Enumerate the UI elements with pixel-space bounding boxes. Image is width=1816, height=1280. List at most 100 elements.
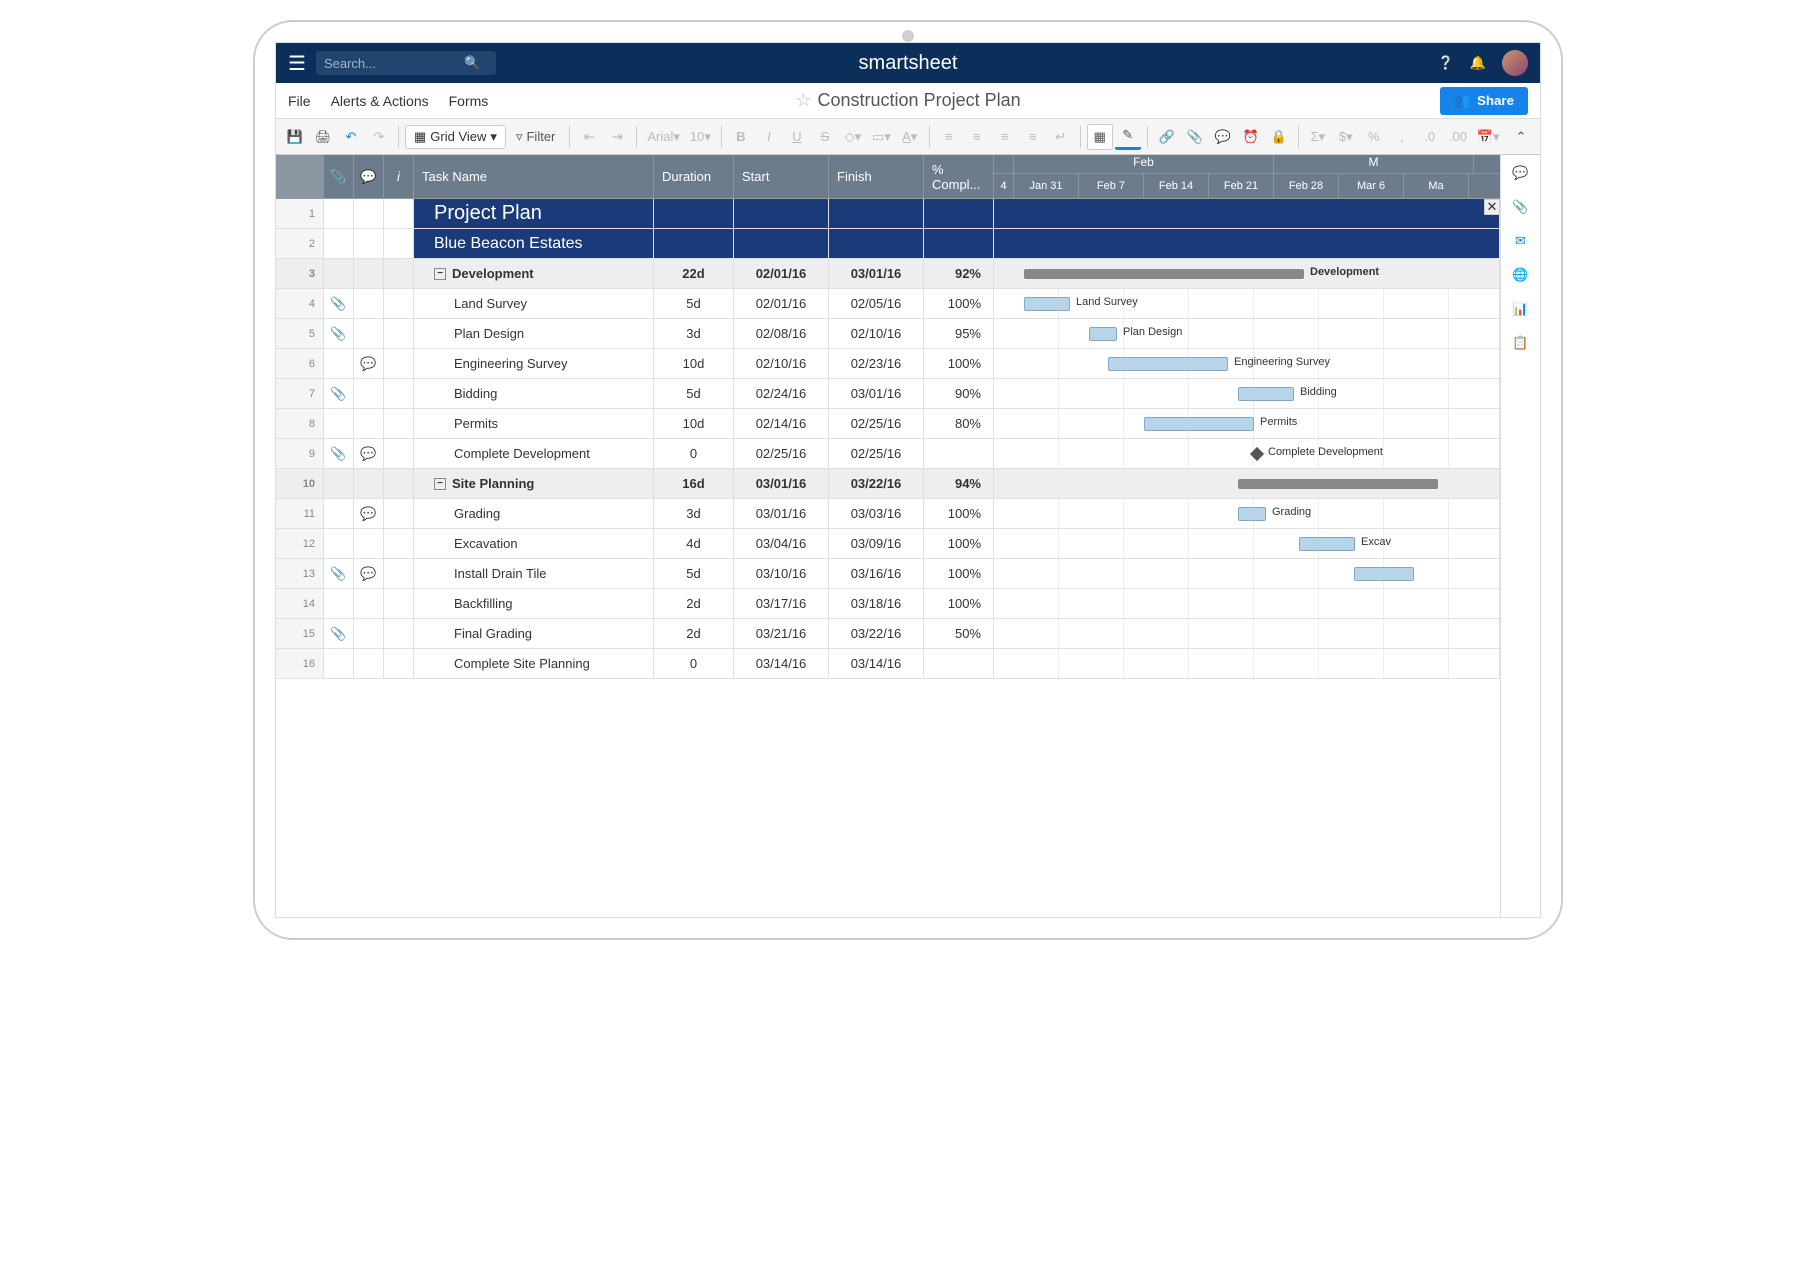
attach-cell[interactable]: 📎 — [324, 559, 354, 588]
thousands-icon[interactable]: , — [1389, 124, 1415, 150]
gantt-cell[interactable] — [994, 589, 1500, 618]
dec-dec-icon[interactable]: .00 — [1445, 124, 1471, 150]
finish-cell[interactable]: 02/10/16 — [829, 319, 924, 348]
start-cell[interactable]: 02/10/16 — [734, 349, 829, 378]
duration-cell[interactable]: 10d — [654, 349, 734, 378]
task-cell[interactable]: Blue Beacon Estates — [414, 229, 654, 258]
finish-cell[interactable] — [829, 199, 924, 228]
finish-cell[interactable]: 03/22/16 — [829, 469, 924, 498]
indent-icon[interactable]: ⇥ — [604, 124, 630, 150]
attach-cell[interactable] — [324, 199, 354, 228]
share-button[interactable]: 👥 Share — [1440, 87, 1528, 115]
percent-icon[interactable]: % — [1361, 124, 1387, 150]
undo-icon[interactable]: ↶ — [338, 124, 364, 150]
gantt-cell[interactable]: Engineering Survey — [994, 349, 1500, 378]
start-cell[interactable]: 02/25/16 — [734, 439, 829, 468]
align-center-icon[interactable]: ≡ — [964, 124, 990, 150]
attach-cell[interactable]: 📎 — [324, 619, 354, 648]
duration-cell[interactable]: 2d — [654, 589, 734, 618]
menu-file[interactable]: File — [288, 93, 311, 109]
finish-cell[interactable]: 02/25/16 — [829, 409, 924, 438]
highlight-icon[interactable]: ✎ — [1115, 124, 1141, 150]
star-icon[interactable]: ☆ — [795, 90, 811, 111]
close-gantt-icon[interactable]: ✕ — [1484, 199, 1500, 215]
align-left-icon[interactable]: ≡ — [936, 124, 962, 150]
table-row[interactable]: 16Complete Site Planning003/14/1603/14/1… — [276, 649, 1500, 679]
gantt-bar[interactable] — [1238, 507, 1266, 521]
attach-cell[interactable] — [324, 259, 354, 288]
search-input[interactable] — [324, 56, 464, 71]
duration-cell[interactable] — [654, 199, 734, 228]
rows-area[interactable]: ✕ 1Project Plan2Blue Beacon Estates3−Dev… — [276, 199, 1500, 917]
gantt-cell[interactable]: Grading — [994, 499, 1500, 528]
rail-attach-icon[interactable]: 📎 — [1511, 197, 1531, 217]
start-cell[interactable]: 03/17/16 — [734, 589, 829, 618]
comment-cell[interactable]: 💬 — [354, 349, 384, 378]
table-row[interactable]: 11💬Grading3d03/01/1603/03/16100%Grading — [276, 499, 1500, 529]
collapse-toolbar-icon[interactable]: ⌃ — [1508, 124, 1534, 150]
collapse-icon[interactable]: − — [434, 268, 446, 280]
task-cell[interactable]: Permits — [414, 409, 654, 438]
pct-cell[interactable]: 50% — [924, 619, 994, 648]
comment-cell[interactable] — [354, 229, 384, 258]
wrap-icon[interactable]: ↵ — [1048, 124, 1074, 150]
duration-cell[interactable]: 0 — [654, 649, 734, 678]
comment-cell[interactable]: 💬 — [354, 439, 384, 468]
size-select[interactable]: 10▾ — [686, 124, 715, 150]
attach-cell[interactable] — [324, 349, 354, 378]
sum-icon[interactable]: Σ▾ — [1305, 124, 1331, 150]
attach-cell[interactable] — [324, 469, 354, 498]
menu-forms[interactable]: Forms — [449, 93, 489, 109]
avatar[interactable] — [1502, 50, 1528, 76]
start-cell[interactable]: 03/01/16 — [734, 469, 829, 498]
attach-cell[interactable] — [324, 499, 354, 528]
start-cell[interactable] — [734, 229, 829, 258]
finish-cell[interactable]: 03/03/16 — [829, 499, 924, 528]
table-row[interactable]: 14Backfilling2d03/17/1603/18/16100% — [276, 589, 1500, 619]
table-row[interactable]: 5📎Plan Design3d02/08/1602/10/1695%Plan D… — [276, 319, 1500, 349]
gantt-cell[interactable]: Land Survey — [994, 289, 1500, 318]
comment-cell[interactable] — [354, 409, 384, 438]
comment-cell[interactable] — [354, 589, 384, 618]
start-cell[interactable]: 02/24/16 — [734, 379, 829, 408]
grid-view-button[interactable]: ▦ Grid View ▾ — [405, 125, 506, 149]
rail-comment-icon[interactable]: 💬 — [1511, 163, 1531, 183]
pct-cell[interactable]: 100% — [924, 529, 994, 558]
help-icon[interactable]: ❔ — [1438, 55, 1454, 71]
pct-cell[interactable]: 100% — [924, 349, 994, 378]
attach-cell[interactable] — [324, 589, 354, 618]
gantt-cell[interactable]: Complete Development — [994, 439, 1500, 468]
finish-cell[interactable]: 03/22/16 — [829, 619, 924, 648]
task-cell[interactable]: Final Grading — [414, 619, 654, 648]
gantt-cell[interactable] — [994, 559, 1500, 588]
attach-cell[interactable]: 📎 — [324, 439, 354, 468]
pct-cell[interactable]: 92% — [924, 259, 994, 288]
task-cell[interactable]: Excavation — [414, 529, 654, 558]
table-row[interactable]: 15📎Final Grading2d03/21/1603/22/1650% — [276, 619, 1500, 649]
redo-icon[interactable]: ↷ — [366, 124, 392, 150]
lock-icon[interactable]: 🔒 — [1266, 124, 1292, 150]
gantt-bar[interactable] — [1238, 387, 1294, 401]
gantt-bar[interactable] — [1024, 269, 1304, 279]
table-row[interactable]: 6💬Engineering Survey10d02/10/1602/23/161… — [276, 349, 1500, 379]
duration-cell[interactable]: 16d — [654, 469, 734, 498]
finish-cell[interactable]: 03/01/16 — [829, 379, 924, 408]
start-cell[interactable]: 03/10/16 — [734, 559, 829, 588]
pct-cell[interactable]: 95% — [924, 319, 994, 348]
gantt-cell[interactable] — [994, 649, 1500, 678]
task-cell[interactable]: Plan Design — [414, 319, 654, 348]
duration-cell[interactable]: 22d — [654, 259, 734, 288]
finish-cell[interactable]: 02/25/16 — [829, 439, 924, 468]
duration-cell[interactable] — [654, 229, 734, 258]
rail-proof-icon[interactable]: ✉ — [1511, 231, 1531, 251]
col-duration[interactable]: Duration — [654, 155, 734, 198]
strike-icon[interactable]: S — [812, 124, 838, 150]
table-row[interactable]: 1Project Plan — [276, 199, 1500, 229]
gantt-bar[interactable] — [1354, 567, 1414, 581]
collapse-icon[interactable]: − — [434, 478, 446, 490]
table-row[interactable]: 8Permits10d02/14/1602/25/1680%Permits — [276, 409, 1500, 439]
task-cell[interactable]: Land Survey — [414, 289, 654, 318]
start-cell[interactable]: 02/08/16 — [734, 319, 829, 348]
pct-cell[interactable]: 100% — [924, 589, 994, 618]
comment-cell[interactable]: 💬 — [354, 499, 384, 528]
